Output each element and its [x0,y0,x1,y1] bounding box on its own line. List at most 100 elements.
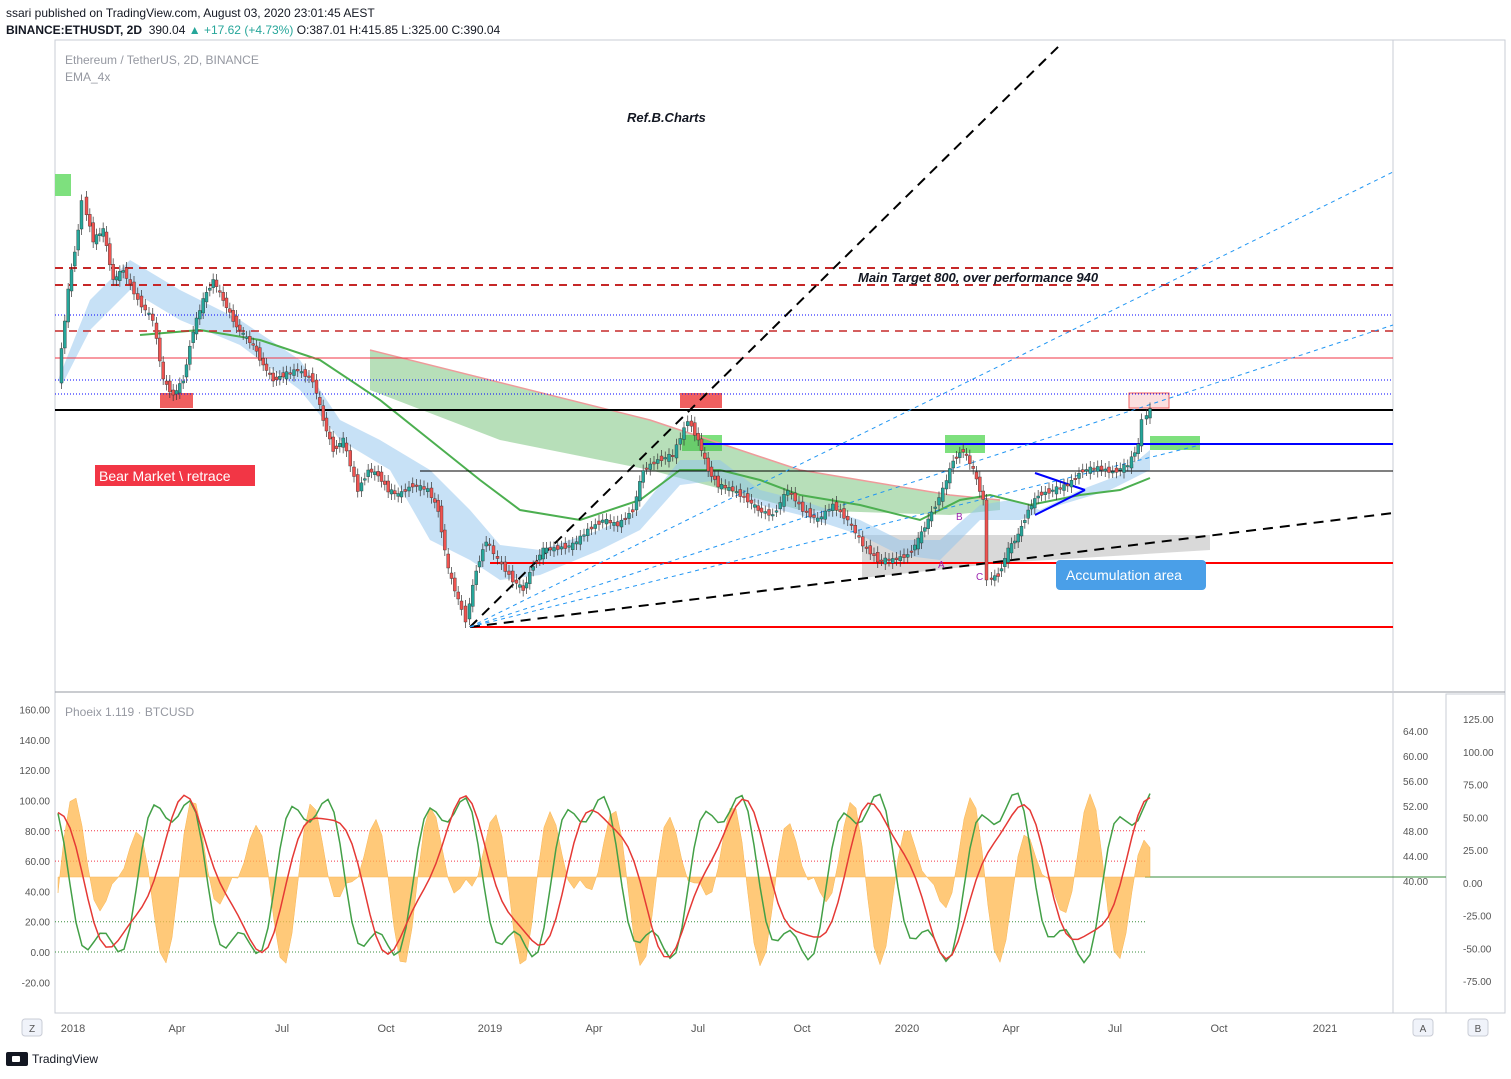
candle-body [593,524,597,529]
candle-body [393,490,397,495]
candle-body [341,437,345,448]
candle-body [188,345,192,365]
candle-body [84,196,89,216]
candle-body [974,471,979,480]
candle-body [1054,486,1059,495]
candle-body [641,470,645,483]
footer: TradingView [6,1052,98,1066]
chart-canvas[interactable]: 4000.003200.002600.002000.001600.001300.… [0,0,1511,1079]
candle-body [481,549,485,562]
candle-body [827,509,831,512]
candle-body [703,452,707,459]
candle-body [491,545,496,555]
candle-body [426,488,430,492]
candle-body [531,566,535,571]
candle-body [756,505,760,511]
candle-body [147,312,151,315]
candle-body [1099,465,1104,471]
candle-body [348,450,352,467]
candle-body [463,605,468,623]
candle-body [1118,468,1122,471]
footer-brand: TradingView [32,1052,99,1066]
candle-body [929,511,934,522]
candle-body [627,513,631,519]
candle-body [623,518,627,520]
candle-body [278,375,282,380]
candle-body [407,486,411,492]
candle-body [507,570,511,575]
candle-body [902,554,906,558]
candle-body [376,471,380,477]
candle-body [678,438,682,445]
candle-body [241,332,245,335]
candle-body [696,433,700,441]
candle-body [369,468,374,473]
candle-body [948,468,952,484]
candle-body [713,475,717,480]
candle-body [567,545,571,548]
candle-body [951,460,955,469]
candle-body [1088,466,1092,474]
candle-body [399,491,404,498]
candle-body [634,496,639,511]
candle-body [937,497,941,506]
candle-body [808,508,812,518]
candle-body [178,383,182,394]
candle-body [616,521,620,527]
candle-body [418,485,422,491]
time-axis-label: 2019 [478,1023,502,1035]
candle-body [746,493,750,503]
candle-body [334,445,339,449]
candle-body [379,471,384,482]
time-axis-label: 2018 [61,1023,85,1035]
candle-body [831,503,835,511]
candle-body [716,475,720,488]
candle-body [534,560,539,563]
candle-body [328,431,332,440]
candle-body [941,487,945,502]
candle-body [244,336,249,339]
candle-body [864,546,869,549]
candle-body [356,474,360,492]
candle-body [296,369,300,372]
candle-body [234,315,239,328]
candle-body [143,304,147,311]
candle-body [164,380,169,385]
candle-body [198,310,202,320]
candle-body [268,372,272,375]
candle-body [971,466,975,469]
candle-body [292,369,296,376]
osc-inner-label: 52.00 [1403,802,1428,813]
candle-body [373,471,377,475]
candle-body [926,518,930,529]
candle-body [98,233,102,236]
candle-body [801,501,805,512]
osc-left-label: 60.00 [25,857,50,868]
osc-outer-label: -75.00 [1463,977,1492,988]
candle-body [66,288,70,323]
candle-body [846,516,850,521]
osc-inner-label: 44.00 [1403,852,1428,863]
candle-body [574,541,579,545]
candle-body [184,364,189,378]
candle-body [154,322,159,339]
candle-body [674,444,679,459]
candle-body [271,372,275,382]
candle-body [749,499,754,504]
candle-body [663,457,667,460]
candle-body [108,243,112,266]
osc-left-label: 160.00 [19,706,50,717]
bear-market-text: Bear Market \ retrace [99,468,231,484]
candle-body [76,229,80,251]
candle-body [499,561,504,565]
candle-body [816,517,820,522]
candle-body [136,293,140,300]
candle-body [318,397,322,405]
candle-body [984,499,989,581]
candle-body [759,507,764,513]
candle-body [842,508,846,519]
candle-body [1023,520,1027,523]
candle-body [883,557,887,565]
candle-body [248,336,252,343]
candle-body [589,526,594,530]
